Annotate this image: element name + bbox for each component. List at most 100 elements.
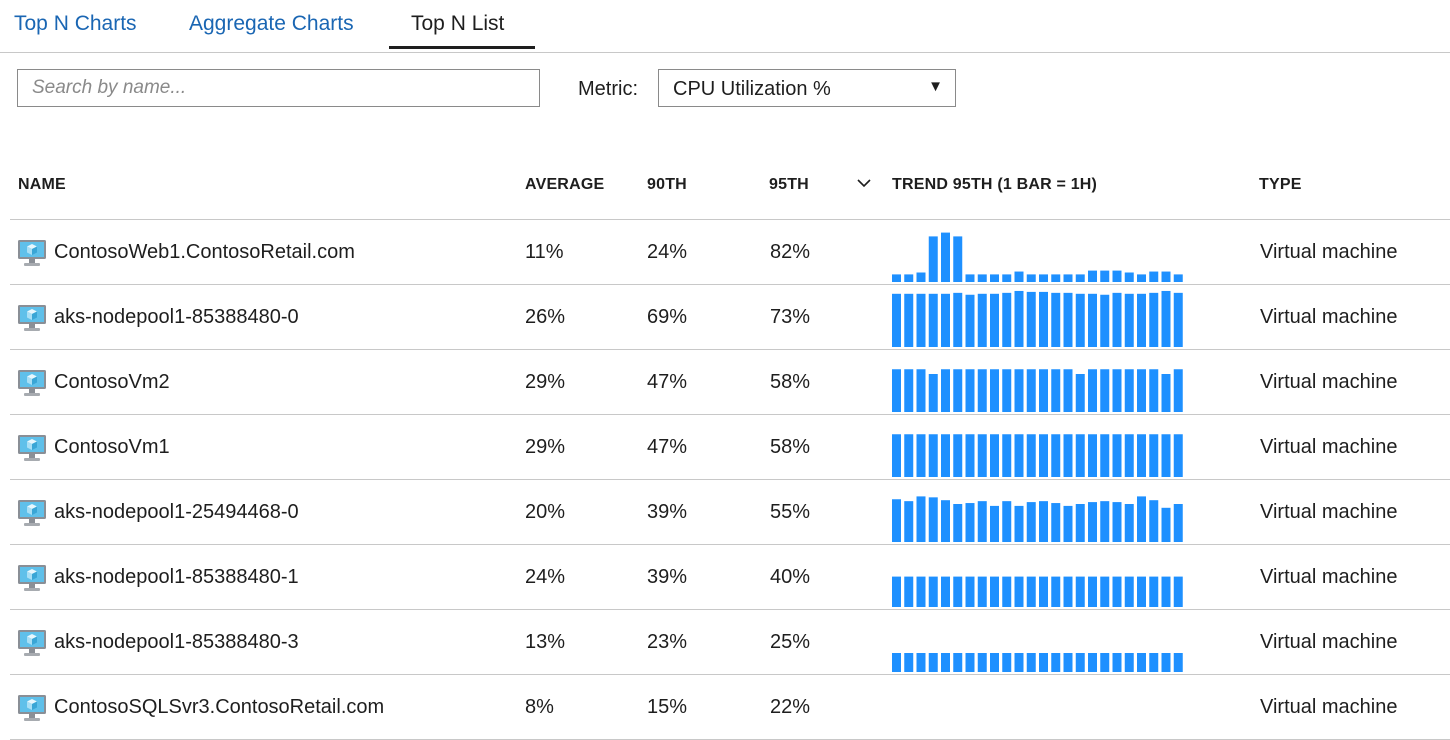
vm-name[interactable]: aks-nodepool1-85388480-0 — [54, 306, 299, 329]
trend-bar — [1100, 576, 1110, 607]
table-row[interactable]: aks-nodepool1-85388480-3 13% 23% 25% Virtual… — [10, 610, 1450, 675]
trend-bar — [1026, 653, 1036, 672]
trend-bar — [904, 274, 914, 282]
column-header-average[interactable]: AVERAGE — [525, 176, 604, 194]
trend-bar — [928, 434, 938, 477]
trend-bar — [1149, 434, 1159, 477]
table-row[interactable]: aks-nodepool1-85388480-1 24% 39% 40% Virtual… — [10, 545, 1450, 610]
trend-bar — [1002, 501, 1012, 542]
average-value: 8% — [525, 696, 554, 718]
table-row[interactable]: ContosoSQLSvr3.ContosoRetail.com 8% 15% 22%… — [10, 675, 1450, 740]
trend-chart — [892, 369, 1183, 412]
table-row[interactable]: aks-nodepool1-85388480-0 26% 69% 73% Virtual… — [10, 285, 1450, 350]
table-row[interactable]: ContosoVm1 29% 47% 58% Virtual machine — [10, 415, 1450, 480]
trend-bar — [1039, 501, 1048, 542]
column-header-name[interactable]: NAME — [18, 176, 66, 194]
trend-bar — [1149, 653, 1159, 672]
trend-bar — [1161, 290, 1171, 347]
trend-bar — [892, 293, 901, 347]
trend-bar — [1014, 290, 1024, 347]
trend-bar — [916, 576, 926, 607]
column-header-type[interactable]: TYPE — [1259, 176, 1302, 194]
vm-name[interactable]: aks-nodepool1-85388480-1 — [54, 566, 299, 589]
trend-bar — [1075, 653, 1085, 672]
table-row[interactable]: aks-nodepool1-25494468-0 20% 39% 55% Virtual… — [10, 480, 1450, 545]
virtual-machine-icon — [18, 435, 46, 461]
trend-bar — [977, 274, 987, 282]
tab-top-n-charts[interactable]: Top N Charts — [14, 0, 137, 50]
type-value: Virtual machine — [1260, 371, 1398, 393]
column-header-90th[interactable]: 90TH — [647, 176, 687, 194]
vm-name[interactable]: ContosoVm1 — [54, 436, 170, 459]
trend-bar — [953, 369, 963, 412]
trend-bar — [1088, 502, 1097, 542]
table-row[interactable]: ContosoWeb1.ContosoRetail.com 11% 24% 82% Vi… — [10, 220, 1450, 285]
p95-value: 82% — [770, 241, 811, 263]
trend-bar — [977, 576, 987, 607]
trend-bar — [941, 434, 950, 477]
trend-bar — [965, 274, 975, 282]
trend-bar — [916, 653, 926, 672]
virtual-machine-icon — [18, 240, 46, 266]
vm-name[interactable]: aks-nodepool1-85388480-3 — [54, 631, 299, 654]
chevron-down-icon[interactable] — [856, 175, 872, 191]
p95-value: 22% — [770, 696, 811, 718]
trend-bar — [916, 496, 926, 542]
virtual-machine-icon — [18, 565, 46, 591]
trend-bar — [1039, 274, 1048, 282]
trend-sparkline — [892, 350, 1198, 414]
vm-name[interactable]: aks-nodepool1-25494468-0 — [54, 501, 299, 524]
trend-bar — [1112, 653, 1122, 672]
virtual-machine-icon — [18, 305, 46, 331]
trend-chart — [892, 653, 1183, 672]
trend-bar — [892, 434, 901, 477]
type-value: Virtual machine — [1260, 631, 1398, 653]
tab-aggregate-charts[interactable]: Aggregate Charts — [189, 0, 354, 50]
trend-bar — [1161, 434, 1171, 477]
trend-bar — [1124, 369, 1134, 412]
trend-bar — [953, 292, 963, 347]
trend-bar — [1026, 434, 1036, 477]
vm-name[interactable]: ContosoSQLSvr3.ContosoRetail.com — [54, 696, 384, 719]
tab-top-n-list[interactable]: Top N List — [389, 0, 535, 49]
column-header-trend[interactable]: TREND 95TH (1 BAR = 1H) — [892, 176, 1097, 194]
trend-bar — [1137, 369, 1146, 412]
trend-bar — [1173, 434, 1183, 477]
metric-select[interactable]: CPU Utilization % ▼ — [658, 69, 956, 107]
trend-bar — [904, 653, 914, 672]
trend-bar — [892, 653, 901, 672]
trend-bar — [977, 653, 987, 672]
vm-name[interactable]: ContosoVm2 — [54, 371, 170, 394]
p90-value: 69% — [647, 306, 688, 328]
trend-bar — [1173, 274, 1183, 282]
dropdown-caret-icon: ▼ — [928, 78, 943, 95]
search-input[interactable] — [18, 70, 539, 106]
trend-bar — [928, 576, 938, 607]
tab-bar: Top N Charts Aggregate Charts Top N List — [0, 0, 1450, 53]
trend-bar — [1088, 293, 1097, 347]
column-header-95th[interactable]: 95TH — [769, 176, 809, 194]
p90-value: 39% — [647, 566, 688, 588]
table-row[interactable]: ContosoVm2 29% 47% 58% Virtual machine — [10, 350, 1450, 415]
p95-value: 55% — [770, 501, 811, 523]
trend-bar — [1063, 653, 1073, 672]
trend-bar — [1100, 501, 1110, 542]
virtual-machine-icon — [18, 630, 46, 656]
search-box[interactable] — [17, 69, 540, 107]
vm-name[interactable]: ContosoWeb1.ContosoRetail.com — [54, 241, 355, 264]
p95-value: 58% — [770, 436, 811, 458]
p90-value: 47% — [647, 371, 688, 393]
trend-bar — [1137, 653, 1146, 672]
trend-bar — [904, 576, 914, 607]
trend-bar — [990, 369, 999, 412]
trend-chart — [892, 675, 1198, 739]
trend-bar — [1039, 576, 1048, 607]
trend-bar — [1112, 434, 1122, 477]
trend-bar — [904, 434, 914, 477]
trend-bar — [1063, 292, 1073, 347]
trend-bar — [1137, 293, 1146, 347]
p90-value: 15% — [647, 696, 688, 718]
p90-value: 23% — [647, 631, 688, 653]
trend-bar — [1161, 507, 1171, 542]
type-value: Virtual machine — [1260, 501, 1398, 523]
